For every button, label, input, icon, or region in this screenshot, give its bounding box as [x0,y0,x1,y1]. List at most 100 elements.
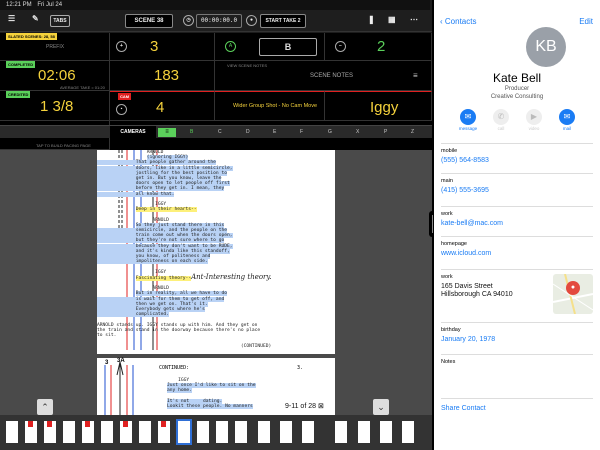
start-take-button[interactable]: START TAKE 2 [260,14,306,28]
more-icon[interactable]: ⋯ [410,15,418,24]
cam-z[interactable]: Z [411,126,414,139]
thumb-10-selected[interactable] [176,419,192,445]
minus-icon[interactable]: − [335,41,346,52]
scene-button[interactable]: SCENE 38 [125,14,173,28]
script-text: ARNOLD (ignoring IGGY) That people gathe… [97,150,272,349]
thumb-11[interactable] [197,421,209,443]
page-count: 1 3/8 [40,98,74,115]
cam-p[interactable]: P [384,126,387,139]
birthday-value[interactable]: January 20, 1978 [441,336,593,343]
cam-b[interactable]: B [190,126,193,139]
thumb-12[interactable] [216,421,228,443]
list-icon[interactable]: ≡ [413,71,418,80]
thumb-7[interactable] [120,421,132,443]
script-viewer[interactable]: ARNOLD (ignoring IGGY) That people gathe… [0,150,432,415]
thumb-1[interactable] [6,421,18,443]
cam-f[interactable]: F [300,126,303,139]
add-icon[interactable]: + [116,41,127,52]
thumb-3[interactable] [44,421,56,443]
setup-number: 183 [154,67,180,84]
thumb-17[interactable] [335,421,347,443]
mobile-value[interactable]: (555) 564-8583 [441,157,593,164]
sidebar-icon[interactable]: ☰ [8,14,15,23]
scroll-down-icon[interactable]: ⌄ [373,399,389,415]
shot-cell[interactable]: Wider Group Shot - No Cam Move [215,91,325,121]
pencil-icon[interactable]: ✎ [32,14,39,23]
edit-button[interactable]: Edit [579,17,593,26]
homepage-field[interactable]: homepage www.icloud.com [441,236,593,257]
share-contact-button[interactable]: Share Contact [441,405,486,412]
homepage-value[interactable]: www.icloud.com [441,250,593,257]
camera-list-icon[interactable]: ≡ [158,128,176,137]
birthday-field[interactable]: birthday January 20, 1978 [441,322,593,343]
cam-x[interactable]: X [356,126,359,139]
suffix-b-button[interactable]: B [259,38,317,56]
thumb-18[interactable] [358,421,370,443]
thumb-5[interactable] [82,421,94,443]
message-button[interactable]: ✉ message [456,109,480,131]
character-cell[interactable]: Iggy [325,91,432,121]
scene-cell[interactable]: + 3 [110,33,215,61]
scene-notes-cell[interactable]: VIEW SCENE NOTES SCENE NOTES ≡ [215,61,432,91]
back-button[interactable]: ‹ Contacts [440,17,476,26]
contact-card: ‹ Contacts Edit KB Kate Bell Producer Cr… [434,0,600,450]
cam-e[interactable]: E [273,126,276,139]
thumb-2[interactable] [25,421,37,443]
notes-label: Notes [441,359,456,365]
prefix-cell[interactable]: SLATED SCENES: 28, 58 PREFIX [0,33,110,61]
thumb-9[interactable] [158,421,170,443]
main-value[interactable]: (415) 555-3695 [441,187,593,194]
email-field[interactable]: work kate-bell@mac.com [441,206,593,227]
grid-icon[interactable]: ▦ [388,15,396,24]
character-name: Iggy [370,99,399,116]
map-pin-icon: ● [566,281,580,295]
mobile-field[interactable]: mobile (555) 564-8583 [441,143,593,164]
thumb-4[interactable] [63,421,75,443]
cameras-label: CAMERAS [110,126,156,139]
homepage-label: homepage [441,241,467,247]
setup-cell[interactable]: 183 [110,61,215,91]
credited-cell[interactable]: CREDITED 1 3/8 [0,91,110,121]
camera-icon[interactable]: ▪ [116,104,127,115]
map-thumbnail[interactable]: ● [553,274,593,314]
main-field[interactable]: main (415) 555-3695 [441,173,593,194]
prefix-label: PREFIX [46,44,65,50]
script-page[interactable]: ARNOLD (ignoring IGGY) That people gathe… [97,150,335,415]
continued-header: CONTINUED: [159,365,190,371]
completed-cell[interactable]: COMPLETED 02:06 AVERAGE TAKE = 01:20 [0,61,110,91]
notes-field[interactable]: Notes [441,354,593,398]
bookmark-icon[interactable]: ❚ [368,15,375,24]
suffix-cell[interactable]: A B [215,33,325,61]
thumb-16[interactable] [302,421,314,443]
record-icon[interactable]: ● [246,15,257,26]
call-label: call [497,126,505,131]
cam-cell[interactable]: CAM ▪ 4 [110,91,215,121]
clock-icon[interactable]: ◷ [183,15,194,26]
scene-num-left: 3 [105,360,109,366]
thumb-13[interactable] [235,421,247,443]
mobile-label: mobile [441,148,458,154]
cam-g[interactable]: G [328,126,332,139]
thumb-14[interactable] [258,421,270,443]
scene-number: 3 [150,38,159,55]
take-cell[interactable]: − 2 [325,33,432,61]
call-button[interactable]: ✆ call [489,109,513,131]
page-indicator[interactable]: 9-11 of 28 ⊠ [282,402,327,410]
cam-d[interactable]: D [246,126,250,139]
mail-label: mail [562,126,572,131]
email-value[interactable]: kate-bell@mac.com [441,220,593,227]
scroll-up-icon[interactable]: ⌃ [37,399,53,415]
birthday-label: birthday [441,327,461,333]
thumb-8[interactable] [139,421,151,443]
thumb-20[interactable] [402,421,414,443]
thumb-15[interactable] [280,421,292,443]
mail-button[interactable]: ✉ mail [555,109,579,131]
cam-c[interactable]: C [218,126,222,139]
video-label: video [528,126,540,131]
average-take: AVERAGE TAKE = 01:20 [60,85,105,90]
slated-scenes-label: SLATED SCENES: 28, 58 [6,33,57,40]
thumb-6[interactable] [101,421,113,443]
video-button[interactable]: ▶ video [522,109,546,131]
tabs-button[interactable]: TABS [50,15,70,27]
thumb-19[interactable] [380,421,392,443]
